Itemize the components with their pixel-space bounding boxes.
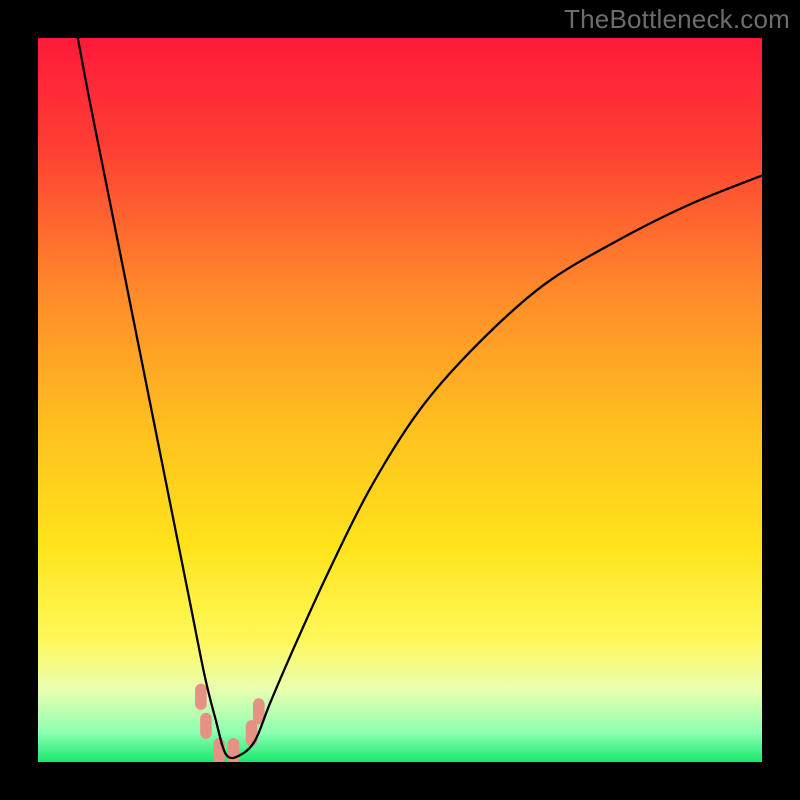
marker [200, 713, 212, 739]
markers-group [195, 684, 265, 762]
curve-layer [38, 38, 762, 762]
chart-frame: TheBottleneck.com [0, 0, 800, 800]
plot-area [38, 38, 762, 762]
bottleneck-curve [78, 38, 762, 758]
marker [195, 684, 207, 710]
watermark-text: TheBottleneck.com [564, 4, 790, 35]
marker [246, 720, 258, 746]
